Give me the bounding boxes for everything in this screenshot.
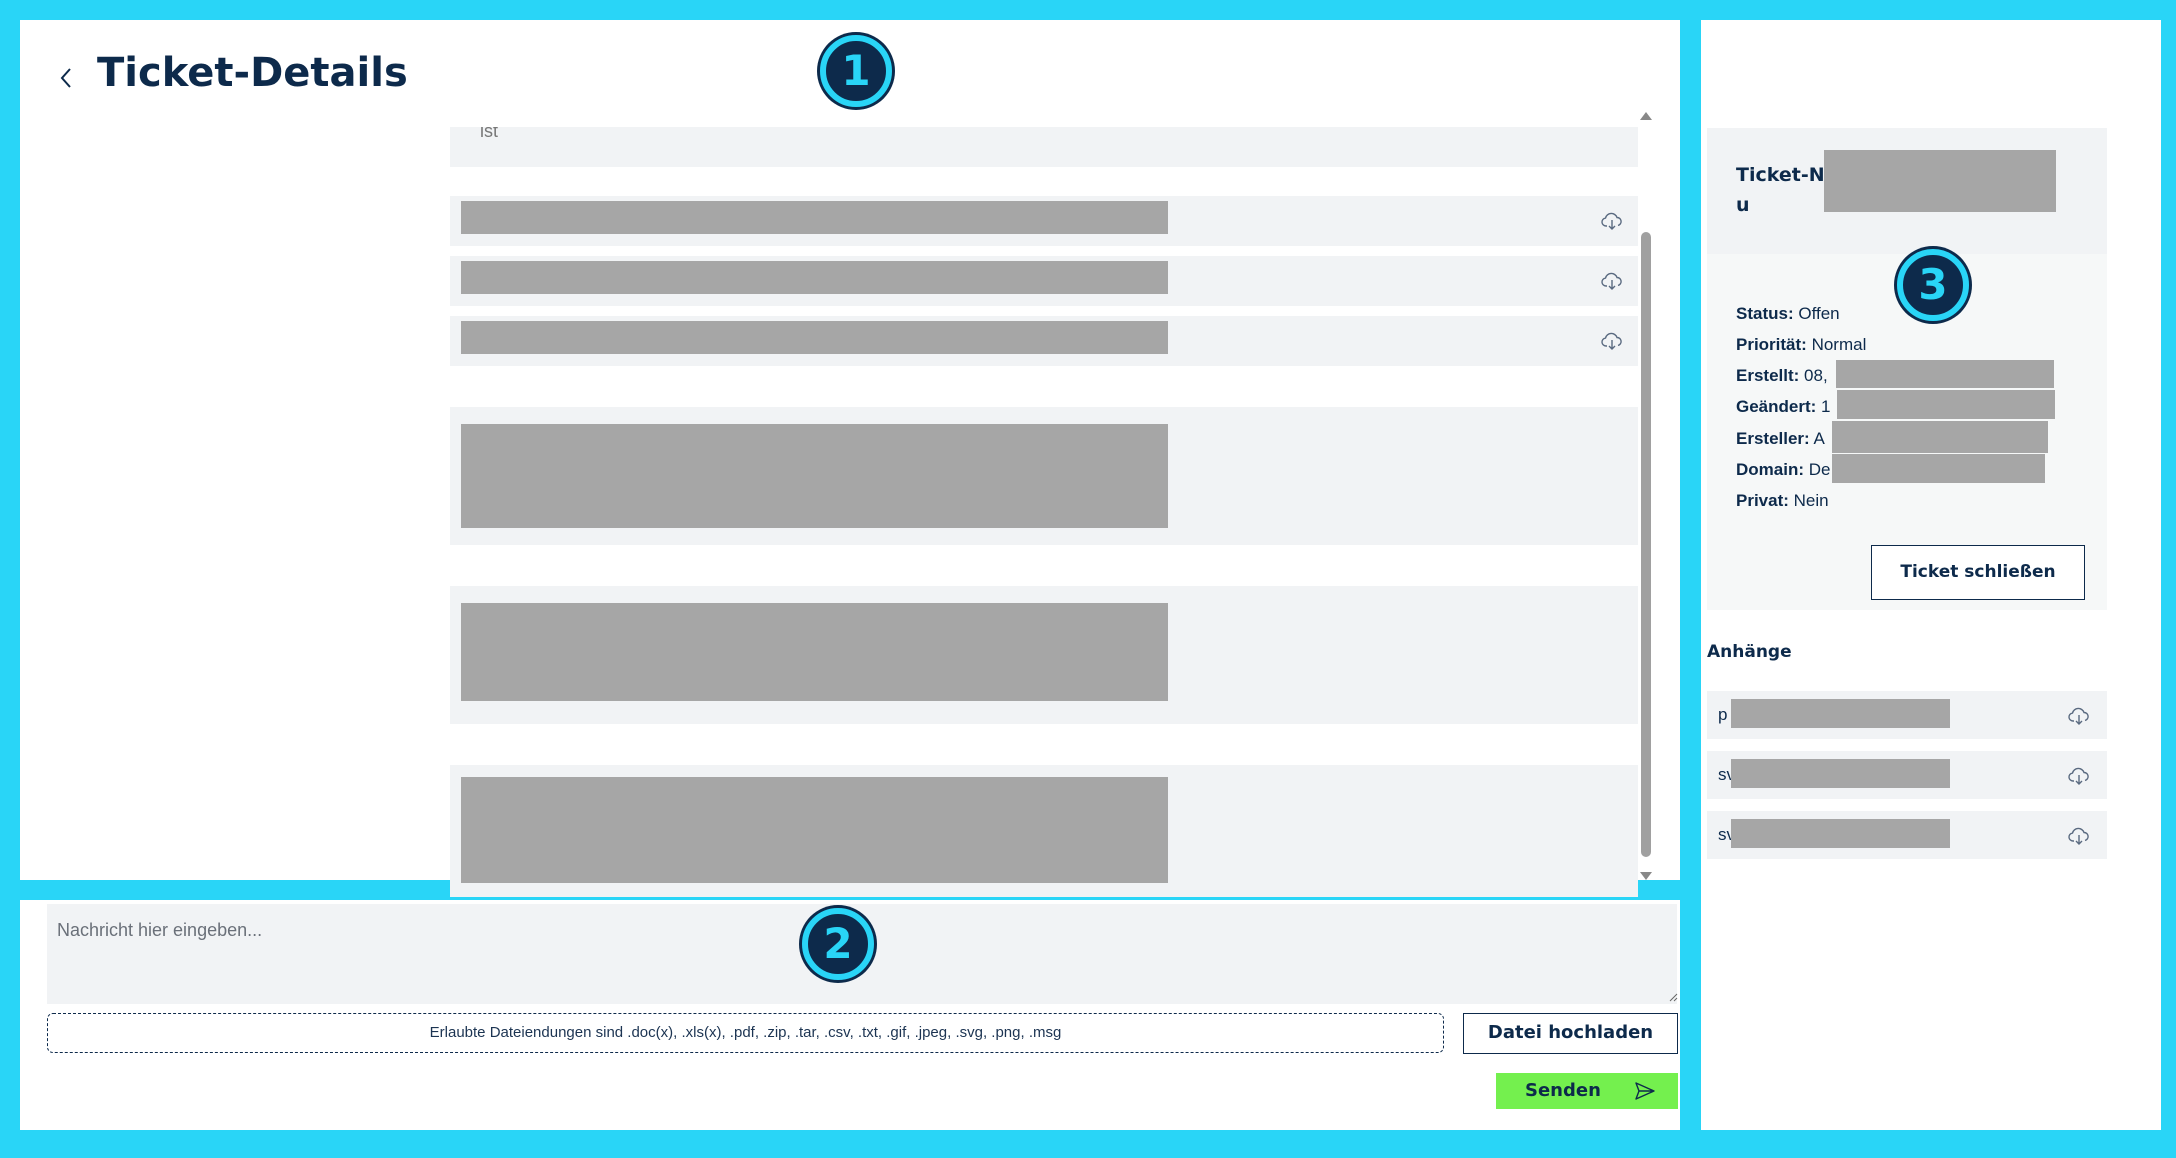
message-partial-text: ist [480,127,498,141]
redacted-message [461,603,1168,701]
attachment-name: p [1718,705,1728,724]
redacted-domain [1832,454,2045,483]
cloud-download-icon[interactable] [2067,704,2091,728]
message-block [450,586,1638,724]
private-row: Privat: Nein [1736,491,1829,510]
message-partial: ist [450,127,1638,167]
send-icon [1635,1082,1655,1100]
priority-value: Normal [1811,335,1867,354]
redacted-created [1836,360,2054,388]
message-block [450,407,1638,545]
scroll-up-arrow[interactable] [1640,112,1652,120]
cloud-download-icon[interactable] [1600,269,1624,293]
attachments-heading: Anhänge [1707,642,1792,662]
creator-value: A [1813,429,1825,448]
redacted-message [461,777,1168,883]
created-value: 08, [1804,366,1828,385]
resize-handle-icon[interactable] [1668,992,1678,1002]
creator-row: Ersteller: A [1736,429,1825,448]
scroll-thumb[interactable] [1641,232,1651,857]
badge-3: 3 [1897,249,1969,321]
message-list: ist [450,127,1665,897]
changed-value: 1 [1821,397,1831,416]
domain-value: De [1808,460,1831,479]
ticket-header: Ticket-N u [1707,128,2107,254]
redacted-filename [1731,699,1950,728]
message-attachment-row [450,256,1638,306]
redacted-changed [1837,390,2055,419]
message-attachment-row [450,316,1638,366]
send-button-label: Senden [1525,1080,1601,1101]
created-row: Erstellt: 08, [1736,366,1828,385]
cloud-download-icon[interactable] [1600,329,1624,353]
badge-2: 2 [802,908,874,980]
status-value: Offen [1798,304,1840,323]
close-ticket-button[interactable]: Ticket schließen [1871,545,2085,600]
redacted-filename [461,201,1168,234]
attachment-item[interactable]: sv [1707,751,2107,799]
message-history-panel: Ticket-Details ist [20,20,1680,897]
upload-file-button[interactable]: Datei hochladen [1463,1013,1678,1054]
back-button[interactable] [50,58,84,98]
redacted-filename [461,261,1168,294]
chevron-left-icon [60,68,71,88]
redacted-filename [461,321,1168,354]
attachment-item[interactable]: p [1707,691,2107,739]
page-title: Ticket-Details [97,50,408,96]
cloud-download-icon[interactable] [2067,764,2091,788]
redacted-filename [1731,819,1950,848]
priority-row: Priorität: Normal [1736,335,1867,354]
file-drop-zone[interactable]: Erlaubte Dateiendungen sind .doc(x), .xl… [47,1013,1444,1053]
attachment-item[interactable]: sv [1707,811,2107,859]
send-button[interactable]: Senden [1496,1073,1678,1109]
message-block [450,765,1638,897]
redacted-filename [1731,759,1950,788]
scroll-down-arrow[interactable] [1640,872,1652,880]
redacted-message [461,424,1168,528]
redacted-ticket-title [1824,150,2056,212]
ticket-sidebar: Ticket-N u Status: Offen Priorität: Norm… [1701,20,2161,1130]
private-value: Nein [1793,491,1829,510]
badge-1: 1 [820,35,892,107]
ticket-number: Ticket-N [1736,164,1825,186]
domain-row: Domain: De [1736,460,1831,479]
cloud-download-icon[interactable] [2067,824,2091,848]
ticket-subject: u [1736,194,1750,216]
status-row: Status: Offen [1736,304,1840,323]
redacted-creator [1832,421,2048,453]
cloud-download-icon[interactable] [1600,209,1624,233]
message-attachment-row [450,196,1638,246]
changed-row: Geändert: 1 [1736,397,1831,416]
message-scrollbar[interactable] [1637,107,1655,880]
